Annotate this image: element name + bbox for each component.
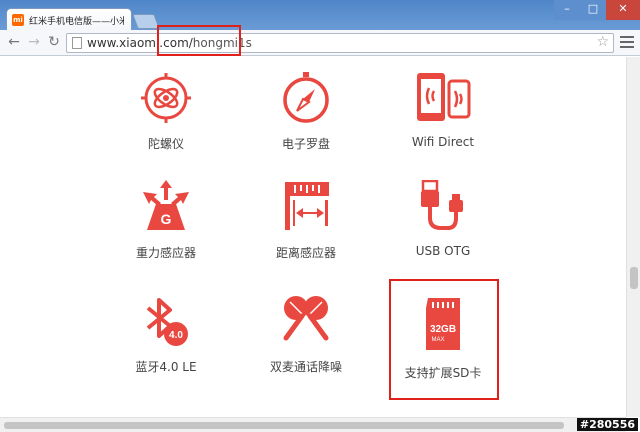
feature-proximity-sensor: 距离感应器 [236,180,376,261]
horizontal-scrollbar[interactable] [0,417,626,432]
watermark-label: #280556 [576,418,638,431]
sd-card-highlight-box [389,279,499,400]
xiaomi-favicon-icon: mi [12,14,24,26]
feature-compass: 电子罗盘 [236,71,376,152]
feature-wifi-direct: Wifi Direct [373,71,513,149]
bluetooth-version-badge: 4.0 [169,330,183,341]
proximity-sensor-icon [285,182,329,230]
feature-label: Wifi Direct [411,135,475,149]
bookmark-star-icon[interactable]: ☆ [596,34,609,50]
feature-label: 蓝牙4.0 LE [135,360,197,374]
gravity-letter: G [161,211,172,227]
bluetooth-icon: 4.0 [146,298,188,346]
vertical-scroll-thumb[interactable] [630,267,638,289]
tab-title: 红米手机电信版——小米 [29,17,124,27]
feature-label: 重力感应器 [135,246,196,260]
browser-toolbar: ← → ↻ www.xiaomi.com/hongmi1s ☆ [0,30,640,56]
page-content: 陀螺仪 电子罗盘 Wifi Direct G 重力感应器 距离感应器 USB O… [0,57,626,417]
feature-gyroscope: 陀螺仪 [96,71,236,152]
wifi-direct-icon [417,73,471,121]
page-icon [72,37,82,49]
feature-gravity-sensor: G 重力感应器 [96,180,236,261]
feature-label: 距离感应器 [275,246,336,260]
address-bar[interactable]: www.xiaomi.com/hongmi1s ☆ [66,33,614,53]
back-icon[interactable]: ← [6,34,22,50]
feature-dual-mic: 双麦通话降噪 [236,292,376,375]
horizontal-scroll-thumb[interactable] [4,422,564,429]
forward-icon[interactable]: → [26,34,42,50]
reload-icon[interactable]: ↻ [46,34,62,50]
usb-otg-icon [421,180,463,230]
new-tab-button[interactable] [132,14,160,29]
gyroscope-icon [141,73,191,123]
browser-tab[interactable]: mi 红米手机电信版——小米 [6,8,132,31]
feature-label: 双麦通话降噪 [269,360,342,374]
feature-label: USB OTG [415,244,471,258]
menu-icon[interactable] [620,36,634,50]
gravity-sensor-icon: G [143,180,189,230]
compass-icon [283,72,329,123]
vertical-scrollbar[interactable] [626,57,640,417]
close-button[interactable]: ✕ [606,0,640,20]
title-bar: mi 红米手机电信版——小米 – □ ✕ [0,0,640,31]
feature-label: 电子罗盘 [281,137,330,151]
feature-usb-otg: USB OTG [373,180,513,258]
dual-mic-icon [283,296,329,341]
maximize-button[interactable]: □ [580,0,606,20]
feature-label: 陀螺仪 [147,137,184,151]
feature-bluetooth: 4.0 蓝牙4.0 LE [96,292,236,375]
minimize-button[interactable]: – [554,0,580,20]
url-highlight-box [157,25,241,56]
